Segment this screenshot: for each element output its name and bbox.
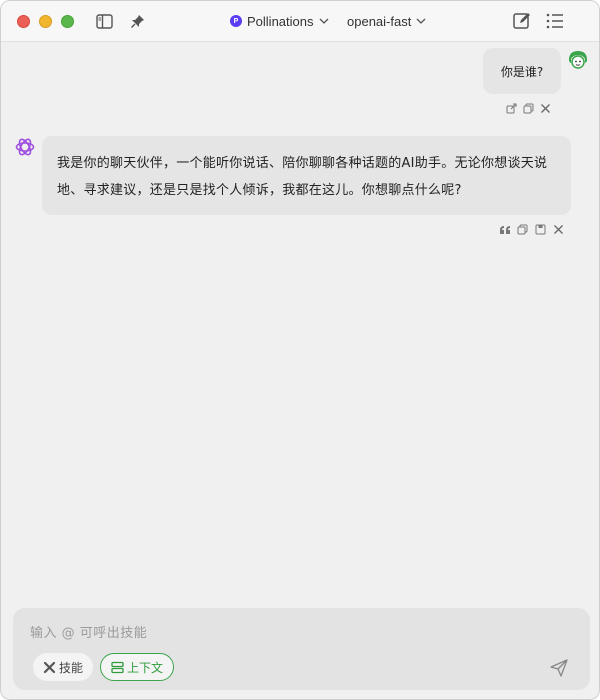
- openai-logo-icon: [14, 136, 36, 158]
- user-message-actions: [505, 102, 552, 115]
- pin-icon[interactable]: [128, 12, 146, 30]
- app-window: P Pollinations openai-fast 你是谁? 我是你的聊天伙伴…: [0, 0, 600, 700]
- provider-label: Pollinations: [247, 13, 314, 29]
- minimize-window-button[interactable]: [39, 15, 52, 28]
- user-avatar-icon: [566, 48, 590, 72]
- share-icon[interactable]: [505, 102, 518, 115]
- context-icon: [111, 661, 124, 673]
- chevron-down-icon: [319, 18, 328, 24]
- skills-label: 技能: [59, 660, 84, 675]
- list-menu-icon[interactable]: [546, 12, 564, 30]
- message-composer[interactable]: 输入 @ 可呼出技能 技能 上下文: [13, 608, 590, 690]
- skills-button[interactable]: 技能: [33, 653, 94, 681]
- maximize-window-button[interactable]: [61, 15, 74, 28]
- assistant-message-text: 我是你的聊天伙伴，一个能听你说话、陪你聊聊各种话题的AI助手。无论你想谈天说地、…: [57, 156, 548, 198]
- title-bar: P Pollinations openai-fast: [1, 1, 599, 42]
- close-window-button[interactable]: [17, 15, 30, 28]
- message-input[interactable]: 输入 @ 可呼出技能: [30, 622, 147, 641]
- delete-icon[interactable]: [539, 102, 552, 115]
- send-button[interactable]: [548, 657, 570, 679]
- copy-icon[interactable]: [522, 102, 535, 115]
- assistant-message-actions: [498, 223, 565, 236]
- quote-icon[interactable]: [498, 223, 511, 236]
- context-button[interactable]: 上下文: [100, 653, 175, 681]
- new-chat-icon[interactable]: [513, 12, 531, 30]
- send-icon: [550, 659, 568, 677]
- chevron-down-icon: [416, 18, 426, 24]
- copy-icon[interactable]: [516, 223, 529, 236]
- delete-icon[interactable]: [552, 223, 565, 236]
- tools-icon: [43, 661, 56, 673]
- model-label: openai-fast: [347, 13, 412, 29]
- save-icon[interactable]: [534, 223, 547, 236]
- user-message-bubble: 你是谁?: [483, 48, 561, 94]
- user-message-text: 你是谁?: [500, 64, 544, 79]
- context-label: 上下文: [127, 660, 164, 675]
- model-selector[interactable]: openai-fast: [347, 11, 426, 31]
- assistant-message-bubble: 我是你的聊天伙伴，一个能听你说话、陪你聊聊各种话题的AI助手。无论你想谈天说地、…: [42, 136, 571, 215]
- provider-selector[interactable]: P Pollinations: [230, 11, 329, 31]
- sidebar-toggle-icon[interactable]: [95, 12, 113, 30]
- pollinations-logo-icon: P: [230, 15, 242, 27]
